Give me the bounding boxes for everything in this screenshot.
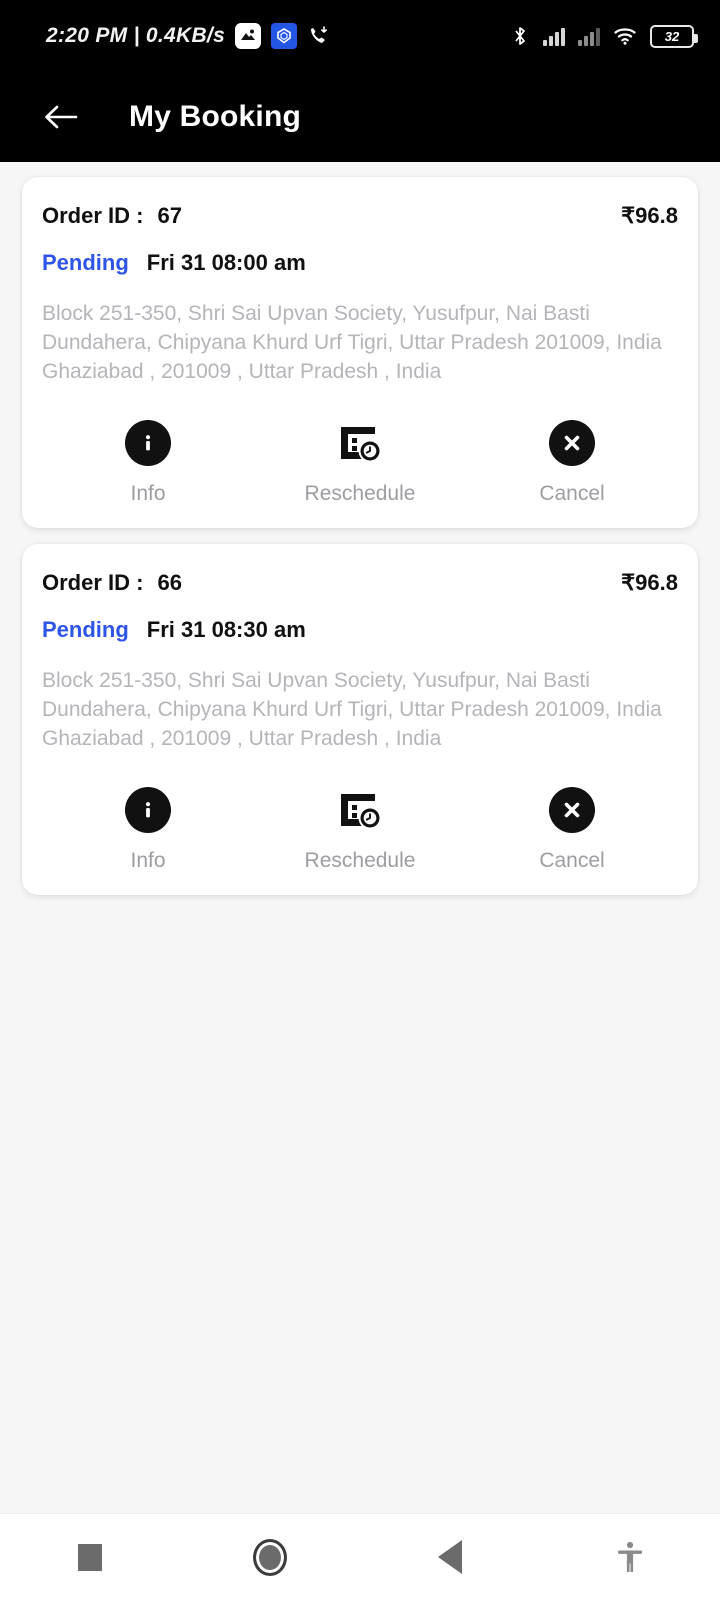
status-bar: 2:20 PM | 0.4KB/s 32 <box>0 0 720 72</box>
shield-app-icon <box>271 23 298 49</box>
booking-card[interactable]: Order ID : 66 ₹96.8 Pending Fri 31 08:30… <box>22 543 698 895</box>
cancel-action[interactable]: Cancel <box>466 419 678 506</box>
order-id-group: Order ID : 67 <box>42 203 182 229</box>
booking-address: Block 251-350, Shri Sai Upvan Society, Y… <box>42 668 662 750</box>
order-id-value: 66 <box>157 569 182 595</box>
booking-card[interactable]: Order ID : 67 ₹96.8 Pending Fri 31 08:00… <box>22 177 698 528</box>
status-badge: Pending <box>42 250 129 275</box>
missed-call-icon <box>307 24 331 48</box>
info-action-label: Info <box>130 848 166 872</box>
info-circle-icon <box>125 786 171 834</box>
status-bar-right: 32 <box>510 24 698 48</box>
booking-actions: Info Reschedule Cancel <box>42 419 678 506</box>
reschedule-action-label: Reschedule <box>304 481 416 505</box>
booking-price: ₹96.8 <box>621 569 678 595</box>
booking-datetime: Fri 31 08:00 am <box>146 250 306 275</box>
signal-bars-icon <box>543 26 565 46</box>
booking-status-row: Pending Fri 31 08:30 am <box>42 617 678 643</box>
order-id-label: Order ID : <box>42 203 144 228</box>
recents-button[interactable] <box>0 1514 180 1600</box>
circle-icon <box>253 1538 287 1576</box>
battery-icon: 32 <box>650 24 698 48</box>
booking-header: Order ID : 67 ₹96.8 <box>42 203 678 229</box>
booking-status-row: Pending Fri 31 08:00 am <box>42 250 678 276</box>
status-clock: 2:20 PM | 0.4KB/s <box>46 24 226 47</box>
calendar-clock-icon <box>335 786 385 834</box>
close-circle-icon <box>549 786 595 834</box>
back-navigation-button[interactable] <box>38 94 84 140</box>
bluetooth-icon <box>510 25 530 47</box>
accessibility-button[interactable] <box>540 1514 720 1600</box>
image-app-icon <box>235 23 262 49</box>
booking-header: Order ID : 66 ₹96.8 <box>42 570 678 596</box>
system-navigation-bar <box>0 1513 720 1600</box>
info-action[interactable]: Info <box>42 786 254 873</box>
page-title: My Booking <box>129 100 301 133</box>
wifi-icon <box>613 26 637 46</box>
square-icon <box>78 1543 102 1571</box>
app-bar: My Booking <box>0 72 720 162</box>
booking-list: Order ID : 67 ₹96.8 Pending Fri 31 08:00… <box>0 162 720 1513</box>
info-action-label: Info <box>130 481 166 505</box>
reschedule-action[interactable]: Reschedule <box>254 419 466 506</box>
status-bar-left: 2:20 PM | 0.4KB/s <box>46 23 510 49</box>
status-badge: Pending <box>42 616 129 642</box>
signal-bars-icon <box>578 26 600 46</box>
phone-screen: 2:20 PM | 0.4KB/s 32 My Booking Order ID… <box>0 0 720 1600</box>
accessibility-icon <box>618 1541 642 1572</box>
calendar-clock-icon <box>335 419 385 467</box>
booking-actions: Info Reschedule Cancel <box>42 786 678 873</box>
cancel-action-label: Cancel <box>539 481 605 505</box>
booking-address: Block 251-350, Shri Sai Upvan Society, Y… <box>42 302 662 383</box>
reschedule-action-label: Reschedule <box>304 848 416 872</box>
booking-price: ₹96.8 <box>621 203 678 228</box>
info-circle-icon <box>125 419 171 467</box>
order-id-label: Order ID : <box>42 569 144 595</box>
battery-level: 32 <box>664 28 680 44</box>
home-button[interactable] <box>180 1514 360 1600</box>
back-button[interactable] <box>360 1514 540 1600</box>
order-id-group: Order ID : 66 <box>42 570 182 596</box>
arrow-left-icon <box>45 105 78 129</box>
close-circle-icon <box>549 419 595 467</box>
cancel-action[interactable]: Cancel <box>466 786 678 873</box>
booking-datetime: Fri 31 08:30 am <box>146 616 306 642</box>
order-id-value: 67 <box>157 203 182 228</box>
triangle-left-icon <box>438 1540 462 1574</box>
cancel-action-label: Cancel <box>539 848 605 872</box>
info-action[interactable]: Info <box>42 419 254 506</box>
reschedule-action[interactable]: Reschedule <box>254 786 466 873</box>
